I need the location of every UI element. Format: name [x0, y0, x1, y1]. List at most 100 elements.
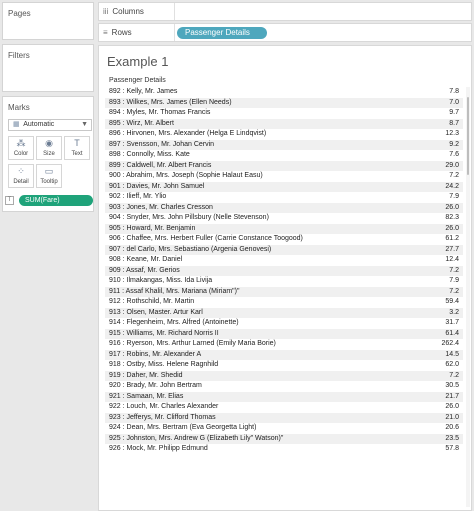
detail-button[interactable]: ⁘ Detail	[8, 164, 34, 188]
fare-value: 20.6	[445, 424, 459, 431]
column-header[interactable]: Passenger Details	[109, 77, 166, 84]
mark-type-dropdown[interactable]: ▦ Automatic ▼	[8, 119, 92, 131]
fare-value: 29.0	[445, 161, 459, 169]
table-row[interactable]: 893 : Wilkes, Mrs. James (Ellen Needs) 7.…	[105, 97, 463, 108]
passenger-name: 892 : Kelly, Mr. James	[109, 88, 178, 95]
passenger-details-pill[interactable]: Passenger Details	[177, 27, 267, 39]
fare-value: 27.7	[445, 245, 459, 253]
fare-value: 21.7	[445, 392, 459, 400]
table-row[interactable]: 901 : Davies, Mr. John Samuel 24.2	[105, 181, 463, 192]
table-row[interactable]: 897 : Svensson, Mr. Johan Cervin 9.2	[105, 139, 463, 150]
table-row[interactable]: 899 : Caldwell, Mr. Albert Francis 29.0	[105, 160, 463, 171]
table-row[interactable]: 917 : Robins, Mr. Alexander A 14.5	[105, 349, 463, 360]
table-row[interactable]: 895 : Wirz, Mr. Albert 8.7	[105, 118, 463, 129]
passenger-name: 919 : Daher, Mr. Shedid	[109, 371, 183, 379]
passenger-name: 910 : Ilmakangas, Miss. Ida Livija	[109, 277, 213, 284]
pages-card[interactable]: Pages	[2, 2, 94, 40]
passenger-name: 901 : Davies, Mr. John Samuel	[109, 182, 205, 190]
table-row[interactable]: 894 : Myles, Mr. Thomas Francis 9.7	[105, 108, 463, 119]
table-row[interactable]: 914 : Flegenheim, Mrs. Alfred (Antoinett…	[105, 318, 463, 329]
table-row[interactable]: 918 : Ostby, Miss. Helene Ragnhild 62.0	[105, 360, 463, 371]
fare-value: 7.8	[449, 88, 459, 95]
passenger-name: 915 : Williams, Mr. Richard Norris II	[109, 329, 219, 337]
size-label: Size	[43, 151, 55, 157]
sum-fare-pill[interactable]: SUM(Fare)	[19, 195, 93, 206]
passenger-name: 906 : Chaffee, Mrs. Herbert Fuller (Carr…	[109, 235, 303, 242]
passenger-name: 923 : Jefferys, Mr. Clifford Thomas	[109, 413, 216, 421]
table-row[interactable]: 923 : Jefferys, Mr. Clifford Thomas 21.0	[105, 412, 463, 423]
fare-value: 9.2	[449, 140, 459, 148]
passenger-name: 894 : Myles, Mr. Thomas Francis	[109, 109, 211, 116]
table-row[interactable]: 919 : Daher, Mr. Shedid 7.2	[105, 370, 463, 381]
passenger-name: 905 : Howard, Mr. Benjamin	[109, 224, 196, 232]
color-icon: ⁂	[16, 138, 26, 148]
table-row[interactable]: 922 : Louch, Mr. Charles Alexander 26.0	[105, 402, 463, 413]
table-row[interactable]: 904 : Snyder, Mrs. John Pillsbury (Nelle…	[105, 213, 463, 224]
filters-card[interactable]: Filters	[2, 44, 94, 92]
passenger-name: 903 : Jones, Mr. Charles Cresson	[109, 203, 213, 211]
table-row[interactable]: 925 : Johnston, Mrs. Andrew G (Elizabeth…	[105, 433, 463, 444]
table-row[interactable]: 892 : Kelly, Mr. James 7.8	[105, 87, 463, 98]
shelf-divider	[174, 3, 175, 20]
passenger-name: 909 : Assaf, Mr. Gerios	[109, 266, 180, 274]
fare-value: 57.8	[445, 445, 459, 452]
columns-shelf[interactable]: iii Columns	[98, 2, 472, 21]
fare-value: 30.5	[445, 382, 459, 389]
table-row[interactable]: 915 : Williams, Mr. Richard Norris II 61.…	[105, 328, 463, 339]
marks-title: Marks	[8, 103, 30, 112]
fare-value: 21.0	[445, 413, 459, 421]
table-row[interactable]: 924 : Dean, Mrs. Bertram (Eva Georgetta …	[105, 423, 463, 434]
table-row[interactable]: 906 : Chaffee, Mrs. Herbert Fuller (Carr…	[105, 234, 463, 245]
chevron-down-icon: ▼	[81, 121, 88, 128]
size-icon: ◉	[45, 138, 53, 148]
passenger-name: 899 : Caldwell, Mr. Albert Francis	[109, 161, 212, 169]
size-button[interactable]: ◉ Size	[36, 136, 62, 160]
pages-title: Pages	[8, 9, 31, 18]
filters-title: Filters	[8, 51, 30, 60]
tooltip-button[interactable]: ▭ Tooltip	[36, 164, 62, 188]
fare-value: 23.5	[445, 434, 459, 442]
table-row[interactable]: 902 : Ilieff, Mr. Ylio 7.9	[105, 192, 463, 203]
passenger-name: 907 : del Carlo, Mrs. Sebastiano (Argeni…	[109, 245, 272, 253]
fare-value: 12.4	[445, 256, 459, 263]
table-row[interactable]: 908 : Keane, Mr. Daniel 12.4	[105, 255, 463, 266]
passenger-name: 902 : Ilieff, Mr. Ylio	[109, 193, 167, 200]
left-panel: Pages Filters Marks ▦ Automatic ▼ ⁂ Colo…	[0, 0, 96, 511]
fare-value: 9.7	[449, 109, 459, 116]
table-row[interactable]: 898 : Connolly, Miss. Kate 7.6	[105, 150, 463, 161]
fare-value: 7.2	[449, 371, 459, 379]
table-row[interactable]: 896 : Hirvonen, Mrs. Alexander (Helga E …	[105, 129, 463, 140]
passenger-name: 926 : Mock, Mr. Philipp Edmund	[109, 445, 208, 452]
rows-shelf[interactable]: ≡ Rows Passenger Details	[98, 23, 472, 42]
table-row[interactable]: 921 : Samaan, Mr. Elias 21.7	[105, 391, 463, 402]
worksheet-title: Example 1	[107, 54, 169, 69]
passenger-name: 898 : Connolly, Miss. Kate	[109, 151, 190, 158]
columns-label: Columns	[112, 7, 144, 16]
text-mark-icon: T	[5, 196, 14, 205]
table-row[interactable]: 916 : Ryerson, Mrs. Arthur Larned (Emily…	[105, 339, 463, 350]
passenger-name: 904 : Snyder, Mrs. John Pillsbury (Nelle…	[109, 214, 269, 221]
table-row[interactable]: 920 : Brady, Mr. John Bertram 30.5	[105, 381, 463, 392]
fare-value: 62.0	[445, 361, 459, 368]
fare-value: 7.9	[449, 193, 459, 200]
table-row[interactable]: 910 : Ilmakangas, Miss. Ida Livija 7.9	[105, 276, 463, 287]
text-button[interactable]: T Text	[64, 136, 90, 160]
table-row[interactable]: 900 : Abrahim, Mrs. Joseph (Sophie Halau…	[105, 171, 463, 182]
table-row[interactable]: 903 : Jones, Mr. Charles Cresson 26.0	[105, 202, 463, 213]
passenger-name: 917 : Robins, Mr. Alexander A	[109, 350, 202, 358]
table-row[interactable]: 905 : Howard, Mr. Benjamin 26.0	[105, 223, 463, 234]
table-row[interactable]: 907 : del Carlo, Mrs. Sebastiano (Argeni…	[105, 244, 463, 255]
table-row[interactable]: 911 : Assaf Khalil, Mrs. Mariana (Miriam…	[105, 286, 463, 297]
table-row[interactable]: 909 : Assaf, Mr. Gerios 7.2	[105, 265, 463, 276]
table-row[interactable]: 912 : Rothschild, Mr. Martin 59.4	[105, 297, 463, 308]
fare-value: 7.2	[449, 172, 459, 179]
fare-value: 82.3	[445, 214, 459, 221]
fare-value: 7.6	[449, 151, 459, 158]
fare-value: 61.4	[445, 329, 459, 337]
color-button[interactable]: ⁂ Color	[8, 136, 34, 160]
scrollbar-thumb[interactable]	[467, 97, 469, 175]
passenger-name: 918 : Ostby, Miss. Helene Ragnhild	[109, 361, 219, 368]
tooltip-icon: ▭	[44, 166, 54, 176]
table-row[interactable]: 926 : Mock, Mr. Philipp Edmund 57.8	[105, 444, 463, 455]
table-row[interactable]: 913 : Olsen, Master. Artur Karl 3.2	[105, 307, 463, 318]
